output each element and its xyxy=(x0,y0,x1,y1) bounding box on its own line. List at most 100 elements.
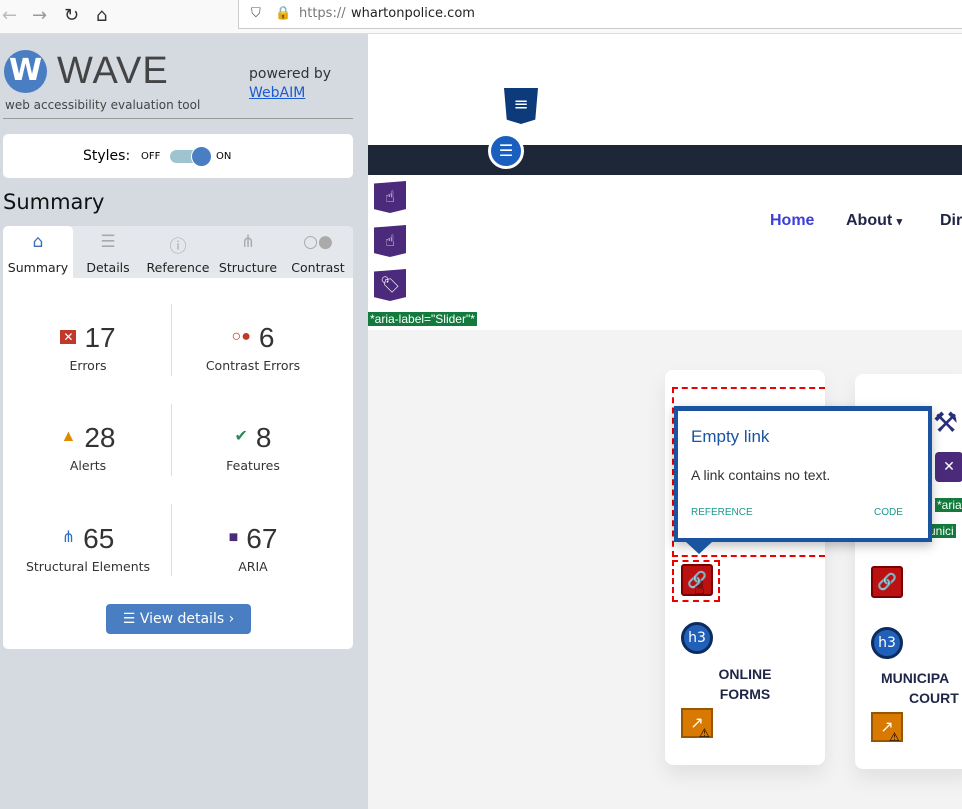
h3-icon[interactable]: h3 xyxy=(871,627,903,659)
card-title-line: MUNICIPA xyxy=(881,670,950,686)
tab-bar: ⌂ Summary ☰ Details ⓘ Reference ⋔ Structure … xyxy=(3,226,353,278)
tab-summary[interactable]: ⌂ Summary xyxy=(3,226,73,278)
lock-icon: 🔒 xyxy=(275,6,292,21)
tooltip-title: Empty link xyxy=(691,427,770,446)
nav-dir[interactable]: Dir xyxy=(940,212,962,230)
tab-label: Structure xyxy=(218,260,278,275)
list-icon: ☰ xyxy=(122,611,140,627)
summary-panel: ⌂ Summary ☰ Details ⓘ Reference ⋔ Structure … xyxy=(3,226,353,649)
aria-label-fragment: *aria xyxy=(935,498,962,512)
url-domain: whartonpolice.com xyxy=(351,6,475,21)
wave-tagline: web accessibility evaluation tool xyxy=(5,98,201,112)
contrast-error-icon: ○● xyxy=(231,328,251,345)
hand-cursor-icon: ☝ xyxy=(694,578,705,599)
styles-label: Styles: xyxy=(83,148,131,164)
alert-icon: ▲ xyxy=(60,428,77,445)
card-title[interactable]: ONLINE FORMS xyxy=(665,664,825,704)
aria-icon: ■ xyxy=(228,529,239,546)
tab-contrast[interactable]: ○● Contrast xyxy=(283,226,353,278)
aria-tabindex-icon[interactable]: ☝ xyxy=(374,225,406,257)
stat-label: Errors xyxy=(69,358,107,373)
shield-icon: ⛉ xyxy=(251,6,261,21)
top-bar xyxy=(368,145,962,175)
stat-label: Structural Elements xyxy=(25,559,151,574)
card-title[interactable]: MUNICIPA COURT xyxy=(881,668,962,708)
list-icon: ☰ xyxy=(100,232,116,252)
home-icon[interactable]: ⌂ xyxy=(96,5,107,26)
nav-about-label: About xyxy=(846,212,893,229)
css-icon[interactable]: ≡ xyxy=(504,88,538,124)
h3-icon[interactable]: h3 xyxy=(681,622,713,654)
tab-label: Reference xyxy=(146,260,210,275)
hierarchy-icon: ⋔ xyxy=(61,529,76,546)
check-icon: ✔ xyxy=(234,428,248,445)
stat-count: 8 xyxy=(255,422,272,453)
card-title-line: ONLINE xyxy=(718,666,772,682)
divider xyxy=(3,118,353,119)
nav-home[interactable]: Home xyxy=(770,212,814,230)
card-title-line: COURT xyxy=(909,690,959,706)
code-link[interactable]: CODE xyxy=(874,507,903,518)
tab-label: Details xyxy=(86,260,130,275)
chevron-down-icon: ▾ xyxy=(896,216,903,228)
aria-tabindex-icon[interactable]: ☝ xyxy=(374,181,406,213)
tab-details[interactable]: ☰ Details xyxy=(73,226,143,278)
browser-toolbar: ← → ↻ ⌂ ⛉ 🔒 https:// whartonpolice.com xyxy=(0,0,962,34)
stat-label: Contrast Errors xyxy=(205,358,301,373)
stat-structural[interactable]: ⋔ 65 Structural Elements xyxy=(3,523,173,574)
powered-by: powered by WebAIM xyxy=(249,65,331,103)
stat-alerts[interactable]: ▲ 28 Alerts xyxy=(3,422,173,473)
error-icon: ✕ xyxy=(60,330,77,344)
contrast-icon: ○● xyxy=(303,232,333,252)
empty-link-tooltip: Empty link A link contains no text. REFE… xyxy=(674,406,932,542)
aria-error-icon[interactable]: ✕ xyxy=(935,452,962,482)
tab-structure[interactable]: ⋔ Structure xyxy=(213,226,283,278)
nav-about[interactable]: About ▾ xyxy=(846,212,902,230)
webaim-link[interactable]: WebAIM xyxy=(249,85,305,101)
info-icon: ⓘ xyxy=(169,237,187,257)
stat-aria[interactable]: ■ 67 ARIA xyxy=(168,523,338,574)
aria-label-icon[interactable]: 🏷 xyxy=(374,269,406,301)
styles-toggle-panel: Styles: OFF ON xyxy=(3,134,353,178)
stat-contrast-errors[interactable]: ○● 6 Contrast Errors xyxy=(168,322,338,373)
tab-label: Summary xyxy=(7,260,69,275)
reference-link[interactable]: REFERENCE xyxy=(691,507,753,518)
stat-features[interactable]: ✔ 8 Features xyxy=(168,422,338,473)
warning-icon: ⚠ xyxy=(699,726,710,740)
page-header xyxy=(368,34,962,330)
stat-label: ARIA xyxy=(238,559,268,574)
aria-label-slider: *aria-label="Slider"* xyxy=(368,312,477,326)
toggle-knob[interactable] xyxy=(191,146,212,167)
stat-label: Features xyxy=(226,458,280,473)
list-structure-icon[interactable]: ☰ xyxy=(488,133,524,169)
wave-sidebar: W WAVE web accessibility evaluation tool… xyxy=(0,34,368,809)
address-bar[interactable]: ⛉ 🔒 https:// whartonpolice.com xyxy=(238,0,962,29)
card-title-line: FORMS xyxy=(719,686,771,702)
tooltip-description: A link contains no text. xyxy=(691,467,831,483)
forward-icon[interactable]: → xyxy=(32,5,47,26)
wave-title: WAVE xyxy=(57,50,169,92)
warning-icon: ⚠ xyxy=(889,730,900,744)
view-details-button[interactable]: ☰ View details › xyxy=(106,604,251,634)
url-prefix: https:// xyxy=(299,6,346,21)
tab-label: Contrast xyxy=(291,260,345,275)
reload-icon[interactable]: ↻ xyxy=(64,5,79,26)
home-icon: ⌂ xyxy=(32,232,44,252)
evaluated-page: ≡ ☰ ☝ ☝ 🏷 *aria-label="Slider"* Home Abo… xyxy=(368,34,962,809)
empty-link-error-icon[interactable]: 🔗 xyxy=(871,566,903,598)
powered-by-text: powered by xyxy=(249,66,332,82)
off-label: OFF xyxy=(141,151,161,162)
stat-count: 28 xyxy=(84,422,116,453)
stat-label: Alerts xyxy=(69,458,107,473)
tab-reference[interactable]: ⓘ Reference xyxy=(143,226,213,278)
stat-count: 67 xyxy=(246,523,278,554)
gavel-icon: ⚒ xyxy=(933,406,959,439)
tooltip-arrow xyxy=(686,542,712,554)
back-icon[interactable]: ← xyxy=(2,5,17,26)
stat-count: 17 xyxy=(84,322,116,353)
stat-count: 65 xyxy=(83,523,115,554)
summary-heading: Summary xyxy=(3,190,105,214)
wave-logo-icon: W xyxy=(4,50,47,93)
stat-errors[interactable]: ✕ 17 Errors xyxy=(3,322,173,373)
view-details-label: View details › xyxy=(139,611,235,627)
